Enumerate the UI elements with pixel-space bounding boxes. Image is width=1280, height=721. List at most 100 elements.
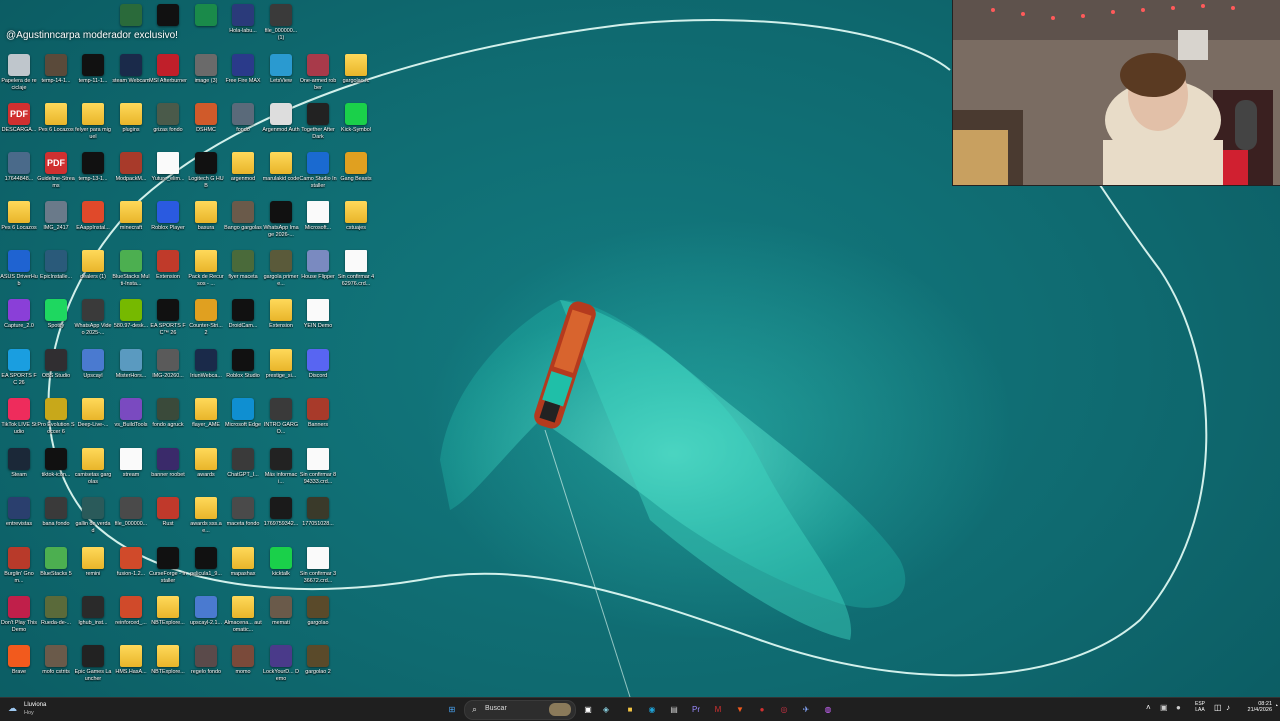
desktop-icon[interactable]: LetsView xyxy=(262,52,300,100)
desktop-icon[interactable]: file_000000... xyxy=(112,495,150,543)
desktop-icon[interactable]: lghub_inst... xyxy=(74,594,112,642)
desktop-icon[interactable]: awards sss.ae... xyxy=(187,495,225,543)
task-view-icon[interactable]: ▣ xyxy=(580,701,596,717)
copilot-icon[interactable]: ◈ xyxy=(598,701,614,717)
desktop-icon[interactable]: Sin confirmar 462976.crd... xyxy=(337,248,375,296)
desktop-icon[interactable]: minecraft xyxy=(112,199,150,247)
msi-icon[interactable]: M xyxy=(710,701,726,717)
desktop-icon[interactable]: PDF DESCARGA... xyxy=(0,101,38,149)
desktop-icon[interactable]: memati xyxy=(262,594,300,642)
desktop-icon[interactable]: Counter-Stri... 2 xyxy=(187,297,225,345)
desktop-icon[interactable]: remini xyxy=(74,545,112,593)
desktop-icon[interactable]: Hola-labu... xyxy=(224,2,262,50)
desktop-icon[interactable]: gargolao 2 xyxy=(299,643,337,691)
desktop-icon[interactable]: EpicInstalle... xyxy=(37,248,75,296)
desktop-icon[interactable] xyxy=(112,2,150,50)
desktop-icon[interactable]: IriunWebca... xyxy=(187,347,225,395)
desktop-icon[interactable]: IMG_2417 xyxy=(37,199,75,247)
desktop-icon[interactable]: Don't Play This Demo xyxy=(0,594,38,642)
weather-widget[interactable]: ☁ Lluviona Hoy xyxy=(6,701,66,718)
desktop-icon[interactable]: temp-11-1... xyxy=(74,52,112,100)
desktop-icon[interactable]: pelicula1_9... xyxy=(187,545,225,593)
desktop-icon[interactable]: Logitech G HUB xyxy=(187,150,225,198)
desktop-icon[interactable]: DroidCam... xyxy=(224,297,262,345)
desktop-icon[interactable]: Pro Evolution Soccer 6 xyxy=(37,396,75,444)
desktop-icon[interactable]: NBTExplore... xyxy=(149,594,187,642)
desktop-icon[interactable]: gargolao fc xyxy=(337,52,375,100)
desktop-icon[interactable]: Argenmod Auth xyxy=(262,101,300,149)
brave-icon[interactable]: ▼ xyxy=(732,701,748,717)
volume-icon[interactable]: ♪ xyxy=(1226,703,1230,712)
wifi-icon[interactable]: ◫ xyxy=(1214,703,1222,712)
desktop-icon[interactable]: basura xyxy=(187,199,225,247)
desktop-icon[interactable]: INTRO GARGO... xyxy=(262,396,300,444)
desktop-icon[interactable]: Sin confirmar 336672.crd... xyxy=(299,545,337,593)
desktop-icon[interactable]: upscayl-2.1... xyxy=(187,594,225,642)
desktop-icon[interactable]: 1769759342... xyxy=(262,495,300,543)
desktop-icon[interactable]: temp-13-1... xyxy=(74,150,112,198)
taskbar-search-box[interactable]: ⌕ Buscar xyxy=(464,700,576,720)
desktop-icon[interactable]: Epic Games Launcher xyxy=(74,643,112,691)
desktop-icon[interactable]: gargola primer e... xyxy=(262,248,300,296)
desktop-icon[interactable]: dealers (1) xyxy=(74,248,112,296)
desktop-icon[interactable]: grizas fondo xyxy=(149,101,187,149)
desktop-icon[interactable]: Roblox Player xyxy=(149,199,187,247)
desktop-icon[interactable]: Deep-Live-... xyxy=(74,396,112,444)
desktop-icon[interactable]: momo xyxy=(224,643,262,691)
desktop-icon[interactable]: Gang Beasts xyxy=(337,150,375,198)
notepad-icon[interactable]: ▤ xyxy=(666,701,682,717)
desktop-icon[interactable]: DSHMC xyxy=(187,101,225,149)
desktop-icon[interactable]: Papelera de reciclaje xyxy=(0,52,38,100)
desktop-icon[interactable]: Spotify xyxy=(37,297,75,345)
desktop-icon[interactable]: ChatGPT_I... xyxy=(224,446,262,494)
notification-bell-icon[interactable]: ◔ xyxy=(1274,703,1278,710)
desktop-icon[interactable]: regelo fondo xyxy=(187,643,225,691)
desktop-icon[interactable]: EA SPORTS FC™ 26 xyxy=(149,297,187,345)
desktop-icon[interactable]: Pack de Recursos - ... xyxy=(187,248,225,296)
desktop-icon[interactable]: Bango gargolas xyxy=(224,199,262,247)
desktop-icon[interactable] xyxy=(187,2,225,50)
desktop-icon[interactable]: BlueStacks Multi-Insta... xyxy=(112,248,150,296)
desktop-icon[interactable]: flyer maceta xyxy=(224,248,262,296)
desktop-icon[interactable]: Extension xyxy=(262,297,300,345)
desktop-icon[interactable]: tiktok-icon... xyxy=(37,446,75,494)
tray-pin-icon[interactable]: ● xyxy=(1176,703,1181,712)
desktop-icon[interactable]: steam Webcam xyxy=(112,52,150,100)
desktop-icon[interactable]: Banners xyxy=(299,396,337,444)
desktop-icon[interactable]: awards xyxy=(187,446,225,494)
desktop-icon[interactable]: NBTExplore... xyxy=(149,643,187,691)
desktop-icon[interactable]: mofo cstrits xyxy=(37,643,75,691)
desktop-icon[interactable]: EA SPORTS FC 26 xyxy=(0,347,38,395)
desktop-icon[interactable]: TikTok LIVE Studio xyxy=(0,396,38,444)
desktop-icon[interactable]: Pes 6 Locazos xyxy=(37,101,75,149)
desktop-icon[interactable]: felyer para miguel xyxy=(74,101,112,149)
recorder-icon[interactable]: ● xyxy=(754,701,770,717)
desktop-icon[interactable]: Capture_2.0 xyxy=(0,297,38,345)
desktop-icon[interactable]: Pes 6 Locazos xyxy=(0,199,38,247)
desktop-icon[interactable]: HMS.HasA... xyxy=(112,643,150,691)
tray-app-icon[interactable]: ▣ xyxy=(1160,703,1168,712)
desktop-icon[interactable] xyxy=(149,2,187,50)
desktop-icon[interactable]: Kick-Symbol xyxy=(337,101,375,149)
desktop-icon[interactable]: Yuture_elim... xyxy=(149,150,187,198)
desktop-icon[interactable]: fusion-1.2... xyxy=(112,545,150,593)
desktop-icon[interactable]: EAappInstal... xyxy=(74,199,112,247)
clock[interactable]: 08:21 21/4/2026 xyxy=(1240,701,1272,713)
desktop-icon[interactable]: PDF Guideline-Streams xyxy=(37,150,75,198)
desktop-icon[interactable]: Discord xyxy=(299,347,337,395)
language-indicator[interactable]: ESP LAA xyxy=(1192,701,1208,713)
desktop-icon[interactable]: argenmod xyxy=(224,150,262,198)
kick-app-icon[interactable]: ◎ xyxy=(776,701,792,717)
desktop-icon[interactable]: image (3) xyxy=(187,52,225,100)
desktop-icon[interactable]: vs_BuildTools xyxy=(112,396,150,444)
desktop-icon[interactable]: Steam xyxy=(0,446,38,494)
tray-overflow-chevron-icon[interactable]: ˄ xyxy=(1146,703,1151,712)
desktop-icon[interactable]: camisetas gargolas xyxy=(74,446,112,494)
desktop-icon[interactable]: 17644848... xyxy=(0,150,38,198)
desktop-icon[interactable]: MSI Afterburner xyxy=(149,52,187,100)
desktop-icon[interactable]: ModpackM... xyxy=(112,150,150,198)
desktop-icon[interactable]: YEIN Demo xyxy=(299,297,337,345)
desktop-icon[interactable]: prestige_si... xyxy=(262,347,300,395)
desktop-icon[interactable]: fondo xyxy=(224,101,262,149)
desktop-icon[interactable]: plugins xyxy=(112,101,150,149)
